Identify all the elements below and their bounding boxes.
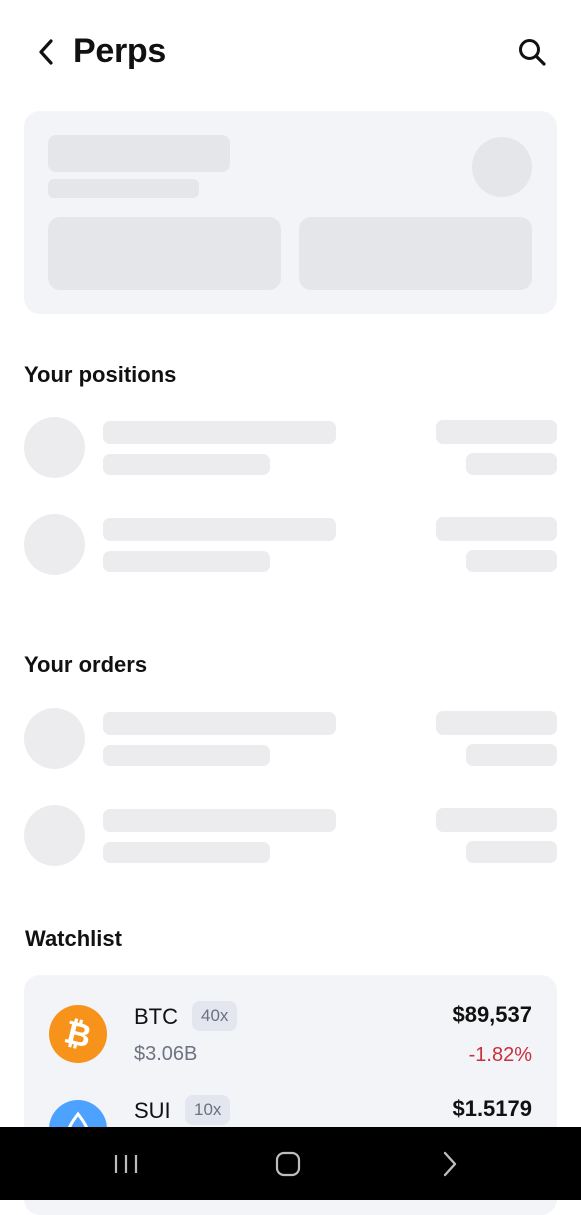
back-button[interactable] <box>24 30 68 74</box>
home-icon <box>275 1151 301 1176</box>
leverage-badge: 10x <box>185 1095 231 1125</box>
svg-text:₿: ₿ <box>61 1012 95 1055</box>
chevron-left-icon <box>39 39 53 65</box>
skeleton-bar <box>48 135 230 172</box>
nav-back-icon <box>443 1151 457 1176</box>
bitcoin-icon: ₿ <box>49 1005 107 1063</box>
skeleton-button <box>48 217 281 290</box>
skeleton-bar <box>466 550 557 572</box>
watchlist-row-btc[interactable]: ₿ BTC 40x $3.06B $89,537 -1.82% <box>24 975 557 1085</box>
skeleton-avatar <box>24 417 85 478</box>
skeleton-bar <box>48 179 199 198</box>
account-summary-card-skeleton <box>24 111 557 314</box>
skeleton-button <box>299 217 532 290</box>
system-navigation-bar <box>0 1127 581 1200</box>
bitcoin-glyph-icon: ₿ <box>61 1012 95 1055</box>
skeleton-bar <box>466 744 557 766</box>
coin-volume: $3.06B <box>134 1043 198 1065</box>
skeleton-avatar <box>472 137 532 197</box>
skeleton-bar <box>103 712 336 735</box>
home-button[interactable] <box>243 1127 333 1200</box>
skeleton-bar <box>103 454 270 475</box>
coin-price: $1.5179 <box>452 1096 532 1121</box>
skeleton-bar <box>436 711 557 735</box>
search-icon <box>519 39 546 66</box>
recents-button[interactable] <box>81 1127 171 1200</box>
nav-back-button[interactable] <box>405 1127 495 1200</box>
skeleton-bar <box>103 518 336 541</box>
skeleton-avatar <box>24 514 85 575</box>
skeleton-avatar <box>24 708 85 769</box>
skeleton-bar <box>436 420 557 444</box>
skeleton-avatar <box>24 805 85 866</box>
skeleton-bar <box>103 421 336 444</box>
skeleton-bar <box>436 808 557 832</box>
skeleton-bar <box>466 841 557 863</box>
positions-section-title: Your positions <box>24 362 177 387</box>
search-button[interactable] <box>508 30 556 74</box>
page-title: Perps <box>73 32 166 70</box>
orders-section-title: Your orders <box>24 652 148 677</box>
coin-price: $89,537 <box>452 1002 532 1027</box>
skeleton-bar <box>103 551 270 572</box>
leverage-badge: 40x <box>192 1001 238 1031</box>
skeleton-bar <box>103 809 336 832</box>
recents-icon <box>114 1154 138 1173</box>
coin-change: -1.82% <box>468 1044 532 1066</box>
skeleton-bar <box>103 745 270 766</box>
skeleton-bar <box>466 453 557 475</box>
watchlist-section-title: Watchlist <box>25 926 122 951</box>
coin-symbol: BTC <box>134 1004 178 1029</box>
skeleton-bar <box>436 517 557 541</box>
skeleton-bar <box>103 842 270 863</box>
coin-symbol: SUI <box>134 1098 171 1123</box>
